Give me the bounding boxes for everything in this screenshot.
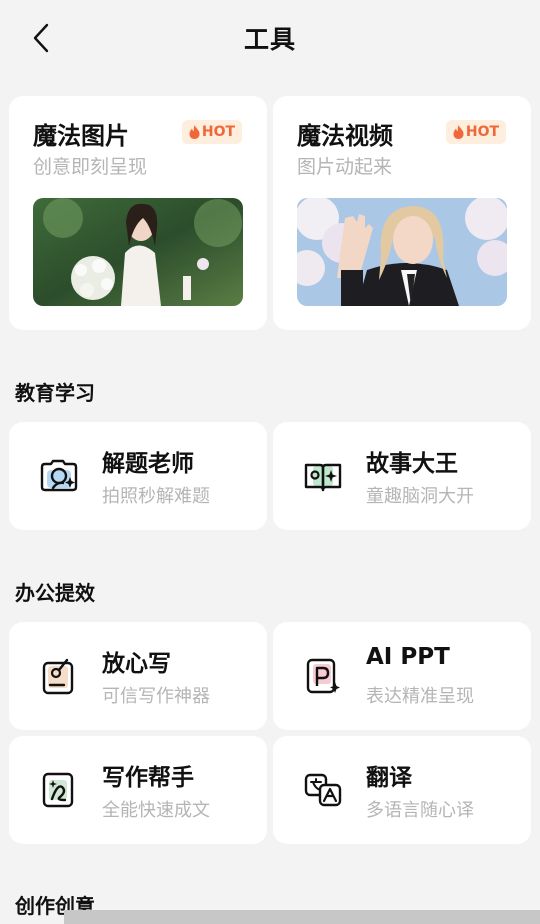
tool-card-safe-write[interactable]: 放心写 可信写作神器 [9,622,267,730]
tool-title: 翻译 [366,765,412,791]
tool-subtitle: 多语言随心译 [366,800,474,821]
tool-card-problem-solver[interactable]: 解题老师 拍照秒解难题 [9,422,267,530]
waving-girl-photo [297,198,507,306]
section-title-education: 教育学习 [15,381,95,405]
tool-subtitle: 拍照秒解难题 [102,486,210,507]
magic-video-card[interactable]: 魔法视频 图片动起来 HOT [273,96,531,330]
section-title-office: 办公提效 [15,581,95,605]
story-book-icon [304,463,342,492]
camera-solve-icon [40,459,78,492]
tool-card-ai-ppt[interactable]: AI PPT 表达精准呈现 [273,622,531,730]
page-title: 工具 [243,25,296,54]
tool-title: 解题老师 [102,451,194,477]
tool-title: 放心写 [102,651,171,677]
top-bar: 工具 [0,0,540,76]
hot-badge-label: HOT [201,124,236,140]
tool-subtitle: 全能快速成文 [102,800,210,821]
tool-subtitle: 可信写作神器 [102,686,210,707]
card-title: 魔法图片 [33,122,129,150]
hot-badge: HOT [446,120,506,144]
horizontal-scrollbar[interactable] [64,910,540,924]
tool-title: AI PPT [366,644,450,670]
tool-title: 故事大王 [366,451,458,477]
card-subtitle: 图片动起来 [297,156,393,178]
flame-icon [453,125,464,139]
tool-title: 写作帮手 [102,765,194,791]
flame-icon [189,125,200,139]
tool-card-translate[interactable]: 翻译 多语言随心译 [273,736,531,844]
write-pen-icon [42,658,74,695]
tool-subtitle: 表达精准呈现 [366,686,474,707]
bride-photo [33,198,243,306]
ppt-icon [306,658,340,694]
tool-card-storyteller[interactable]: 故事大王 童趣脑洞大开 [273,422,531,530]
magic-image-card[interactable]: 魔法图片 创意即刻呈现 HOT [9,96,267,330]
translate-icon [304,773,342,807]
writing-helper-icon [42,772,74,808]
card-subtitle: 创意即刻呈现 [33,156,148,178]
tool-subtitle: 童趣脑洞大开 [366,486,474,507]
card-title: 魔法视频 [297,122,393,150]
tool-card-writing-helper[interactable]: 写作帮手 全能快速成文 [9,736,267,844]
hot-badge: HOT [182,120,242,144]
hot-badge-label: HOT [465,124,500,140]
